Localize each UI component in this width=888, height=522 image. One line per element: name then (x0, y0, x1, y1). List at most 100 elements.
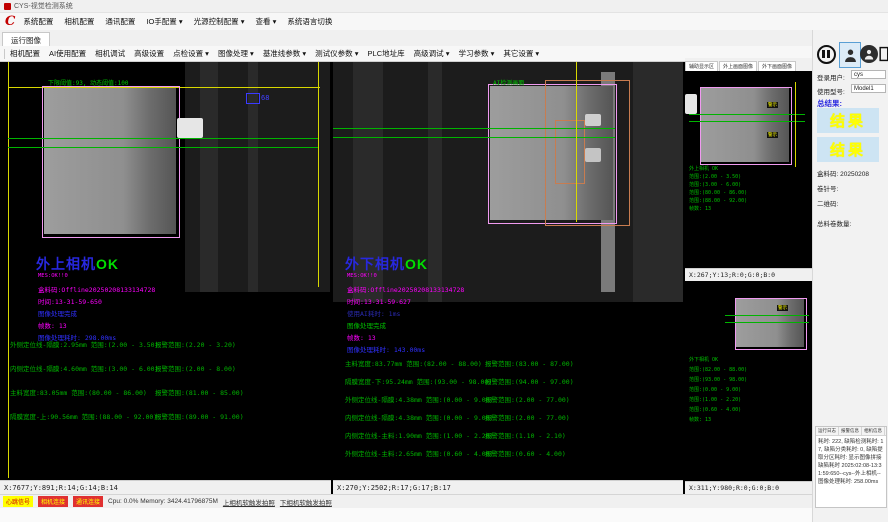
pause-button[interactable] (816, 42, 836, 66)
mes-status: MES:OK!!0 (38, 273, 68, 279)
aux-tab-lower-view[interactable]: 外下画面图像 (758, 61, 796, 71)
mini-log-line: 帧数: 13 (689, 206, 711, 213)
frame-count-line: 帧数: 13 (38, 320, 67, 330)
aux-tab-display[interactable]: 辅助显示区 (685, 61, 718, 71)
tool-other-settings[interactable]: 其它设置 ▾ (503, 48, 539, 59)
qr-code-label: 二维码: (817, 198, 838, 208)
tool-learning-params[interactable]: 学习参数 ▾ (458, 48, 494, 59)
pause-icon (817, 45, 836, 64)
tool-spot-check[interactable]: 点检设置 ▾ (173, 48, 209, 59)
measurement-row: 主料宽度:83.77mm 范围:(82.00 - 88.00) (345, 358, 482, 368)
middle-camera-panel[interactable]: AI检测画面 外下相机OK MES:OK!!0 盒料码:Offline20250… (333, 62, 683, 494)
machine-band (633, 62, 683, 302)
ai-overlay-label: AI检测画面 (493, 78, 524, 87)
measurement-row: 内侧定位线-隔膜:4.38mm 范围:(0.00 - 9.00) (345, 412, 494, 422)
measure-line-green (8, 138, 318, 139)
time-line: 时间:13-31-59-650 (38, 296, 102, 306)
toolbar-separator (4, 49, 5, 59)
tool-tester-params[interactable]: 测试仪参数 ▾ (315, 48, 358, 59)
measurement-row: 外侧定位线-隔膜:2.95mm 范围:(2.00 - 3.50) (10, 339, 159, 349)
login-user-field[interactable]: cys (851, 70, 886, 79)
tool-camera-debug[interactable]: 相机调试 (95, 48, 125, 59)
process-done-line: 图像处理完成 (38, 308, 77, 318)
model-label: 使用型号: (817, 86, 845, 96)
camera-result-title: 外下相机OK (345, 254, 428, 274)
menu-language-switch[interactable]: 系统语言切换 (287, 16, 332, 27)
pixel-coordinates-bar: X:270;Y:2502;R:17;G:17;B:17 (333, 480, 683, 494)
machine-band (428, 62, 442, 302)
measurement-row: 隔膜宽度-上:90.56mm 范围:(88.00 - 92.00) (10, 411, 157, 421)
menu-camera-config[interactable]: 相机配置 (64, 16, 94, 27)
log-tab-run[interactable]: 运行日志 (816, 427, 839, 435)
mini-log-line: 范围:(80.00 - 86.00) (689, 190, 747, 197)
warning-tag: 警示 (777, 305, 788, 311)
cpu-memory-status: Cpu: 0.0% Memory: 3424.41796875M (108, 498, 218, 505)
measure-line-green (8, 147, 318, 148)
camera-name: 外上相机 (36, 256, 96, 272)
mini-log-line: 外下相机 OK (689, 357, 718, 364)
elapsed-line: 图像处理耗时: 143.00ms (347, 344, 425, 354)
upper-camera-trigger-link[interactable]: 上相机软触发拍照 (223, 497, 275, 507)
measurement-row: 内侧定位线-主料:1.90mm 范围:(1.00 - 2.20) (345, 430, 494, 440)
log-tab-alarm[interactable]: 报警信息 (839, 427, 862, 435)
aux-bottom-panel[interactable]: 警示 外下相机 OK 范围:(82.00 - 88.00) 范围:(93.00 … (685, 281, 812, 494)
roi-rectangle-magenta (42, 86, 180, 238)
tool-camera-config[interactable]: 相机配置 (10, 48, 40, 59)
tab-row: 运行图像 (0, 30, 888, 47)
menu-comm-config[interactable]: 通讯配置 (105, 16, 135, 27)
alarm-range: 报警范围:(83.00 - 87.00) (485, 358, 574, 368)
aux-tab-bar: 辅助显示区 外上画面图像 外下画面图像 (685, 58, 812, 71)
measure-line-green (689, 121, 805, 122)
lower-camera-trigger-link[interactable]: 下相机软触发拍照 (280, 497, 332, 507)
brand-logo-icon: C (5, 15, 15, 28)
menu-system-config[interactable]: 系统配置 (23, 16, 53, 27)
exit-button[interactable] (876, 42, 888, 66)
log-tab-camera[interactable]: 相机信息 (862, 427, 885, 435)
tool-image-processing[interactable]: 图像处理 ▾ (218, 48, 254, 59)
connector-part (685, 94, 697, 114)
log-text[interactable]: 耗时: 222, 缺陷检测耗时: 17, 缺陷分类耗时: 0, 缺陷提取分区耗时… (816, 436, 886, 488)
aux-top-panel[interactable]: 警示 警示 外上相机 OK 范围:(2.00 - 3.50) 范围:(3.00 … (685, 62, 812, 281)
left-camera-panel[interactable]: 下限阈值:93, 动态阈值:100 68 外上相机OK MES:OK!!0 盒料… (0, 62, 331, 494)
menu-bar: C 系统配置 相机配置 通讯配置 IO手配置 ▾ 光源控制配置 ▾ 查看 ▾ 系… (0, 13, 888, 30)
menu-view[interactable]: 查看 ▾ (256, 16, 277, 27)
exit-door-icon (879, 46, 888, 62)
alarm-range: 报警范围:(89.00 - 91.00) (155, 411, 244, 421)
aux-tab-upper-view[interactable]: 外上画面图像 (719, 61, 757, 71)
tool-advanced-settings[interactable]: 高级设置 (134, 48, 164, 59)
mini-log-line: 范围:(0.00 - 9.00) (689, 387, 741, 394)
app-icon (4, 3, 11, 10)
bottom-strip (0, 508, 812, 522)
reference-line-yellow (318, 62, 319, 287)
tab-run-image[interactable]: 运行图像 (2, 32, 50, 47)
model-field[interactable]: Model1 (851, 84, 886, 93)
barcode-line: 盒料码:Offline20250208133134728 (38, 284, 155, 294)
tool-advanced-debug[interactable]: 高级调试 ▾ (414, 48, 450, 59)
camera-name: 外下相机 (345, 256, 405, 272)
measure-line-green (333, 137, 615, 138)
user-login-button[interactable] (839, 42, 861, 68)
bright-spot (585, 114, 601, 126)
user-icon (844, 48, 857, 63)
measurement-row: 内侧定位线-隔膜:4.60mm 范围:(3.00 - 6.00) (10, 363, 159, 373)
connector-part (177, 118, 203, 138)
measure-line-green (725, 322, 809, 323)
tool-plc-address[interactable]: PLC地址库 (368, 48, 405, 59)
threshold-overlay-text: 下限阈值:93, 动态阈值:100 (48, 78, 129, 87)
tool-ai-config[interactable]: AI使用配置 (49, 48, 86, 59)
measurement-row: 隔膜宽度-下:95.24mm 范围:(93.00 - 98.00) (345, 376, 492, 386)
mini-log-line: 范围:(3.00 - 6.00) (689, 182, 741, 189)
menu-light-config[interactable]: 光源控制配置 ▾ (194, 16, 245, 27)
mini-log-line: 范围:(1.00 - 2.20) (689, 397, 741, 404)
measure-line-green (725, 315, 809, 316)
reference-line-yellow (8, 62, 9, 478)
pixel-coordinates-bar: X:267;Y:13;R:0;G:0;B:0 (685, 268, 812, 281)
tool-baseline-params[interactable]: 基准线参数 ▾ (263, 48, 306, 59)
measure-line-green (689, 114, 805, 115)
frame-count-line: 帧数: 13 (347, 332, 376, 342)
ai-elapsed-line: 使用AI耗时: 1ms (347, 308, 400, 318)
mini-log-line: 范围:(2.00 - 3.50) (689, 174, 741, 181)
pixel-coordinates-bar: X:311;Y:980;R:0;G:0;B:0 (685, 481, 812, 494)
needle-number-label: 卷针号: (817, 183, 838, 193)
menu-io-config[interactable]: IO手配置 ▾ (146, 16, 182, 27)
